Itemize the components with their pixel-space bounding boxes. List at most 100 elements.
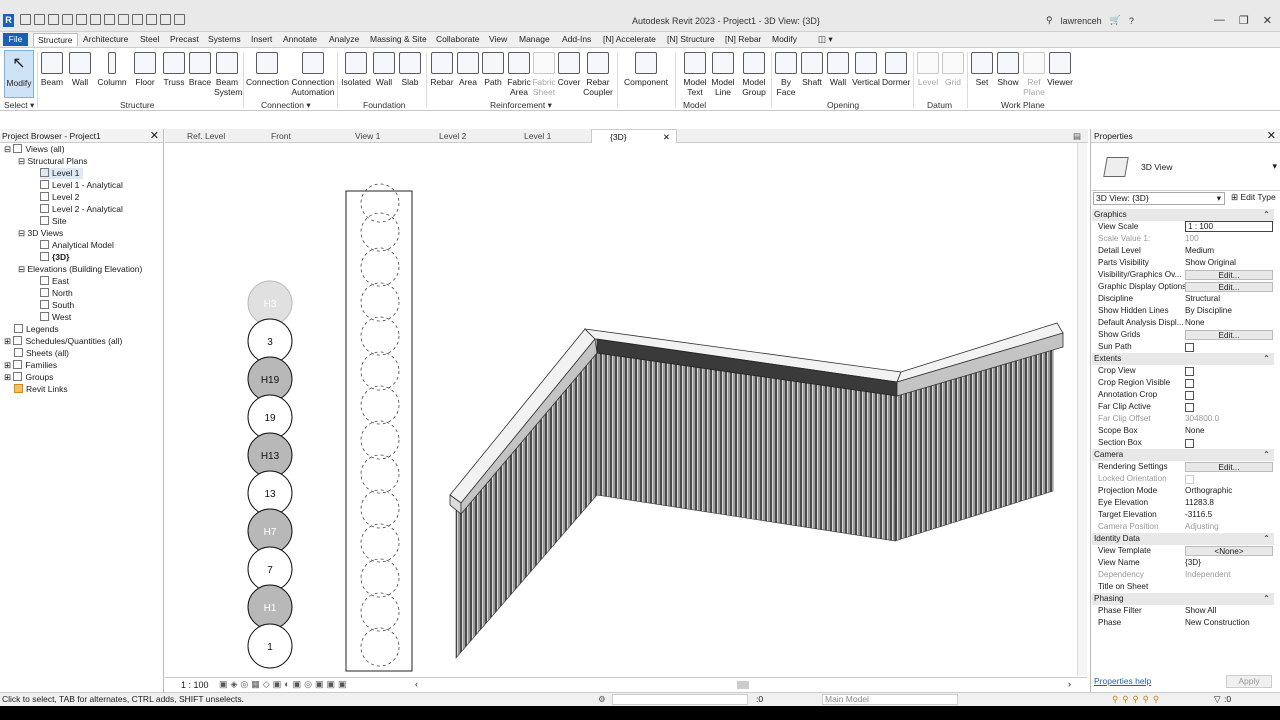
property-row[interactable]: Projection Mode Orthographic <box>1092 485 1274 497</box>
property-value[interactable]: Orthographic <box>1185 485 1273 497</box>
tree-3d[interactable]: {3D} <box>40 252 69 263</box>
scroll-right-icon[interactable]: › <box>1068 679 1071 689</box>
3d-view-icon[interactable] <box>146 14 157 25</box>
tree-analytical-model[interactable]: Analytical Model <box>40 240 114 251</box>
help-icon[interactable]: ? <box>1129 16 1134 26</box>
opening-wall-button[interactable]: Wall <box>827 50 849 87</box>
property-row[interactable]: Crop View <box>1092 365 1274 377</box>
connection-panel-label[interactable]: Connection ▾ <box>261 100 311 111</box>
by-face-button[interactable]: By Face <box>774 50 798 97</box>
property-row[interactable]: Show Hidden Lines By Discipline <box>1092 305 1274 317</box>
tree-legends[interactable]: Legends <box>14 324 59 335</box>
property-row[interactable]: Phase Filter Show All <box>1092 605 1274 617</box>
property-row[interactable]: Phase New Construction <box>1092 617 1274 629</box>
tab-view[interactable]: View <box>489 33 507 46</box>
tab-menu-icon[interactable]: ▤ <box>1073 129 1081 143</box>
view-tab-front[interactable]: Front <box>253 129 333 143</box>
view-tab-ref-level[interactable]: Ref. Level <box>169 129 249 143</box>
component-button[interactable]: Component <box>622 50 670 87</box>
horizontal-scroll-thumb[interactable] <box>737 681 749 689</box>
print-icon[interactable] <box>90 14 101 25</box>
switch-windows-icon[interactable] <box>174 14 185 25</box>
property-group-header[interactable]: Phasing ⌃ <box>1092 593 1274 605</box>
measure-icon[interactable] <box>104 14 115 25</box>
property-value[interactable]: Adjusting <box>1185 521 1273 533</box>
close-window-button[interactable]: ✕ <box>1263 14 1272 27</box>
brace-button[interactable]: Brace <box>188 50 212 87</box>
property-edit-button[interactable]: Edit... <box>1185 462 1273 472</box>
model-group-button[interactable]: Model Group <box>740 50 768 97</box>
collapse-icon[interactable]: ⌃ <box>1263 593 1270 605</box>
property-row[interactable]: Locked Orientation <box>1092 473 1274 485</box>
property-row[interactable]: Section Box <box>1092 437 1274 449</box>
properties-help-link[interactable]: Properties help <box>1094 676 1151 686</box>
property-value[interactable]: Structural <box>1185 293 1273 305</box>
property-value[interactable]: {3D} <box>1185 557 1273 569</box>
tab-steel[interactable]: Steel <box>140 33 159 46</box>
redo-icon[interactable] <box>76 14 87 25</box>
level-button[interactable]: Level <box>916 50 940 87</box>
tab-precast[interactable]: Precast <box>170 33 199 46</box>
tree-south[interactable]: South <box>40 300 74 311</box>
collapse-icon[interactable]: ⌃ <box>1263 209 1270 221</box>
tab-n-structure[interactable]: [N] Structure <box>667 33 715 46</box>
workset-icon[interactable]: ⚙ <box>598 693 606 706</box>
property-row[interactable]: View Template <None> <box>1092 545 1274 557</box>
property-group-header[interactable]: Graphics ⌃ <box>1092 209 1274 221</box>
view-scale[interactable]: 1 : 100 <box>181 680 209 690</box>
open-icon[interactable] <box>20 14 31 25</box>
property-edit-button[interactable]: Edit... <box>1185 282 1273 292</box>
beam-system-button[interactable]: Beam System <box>214 50 242 97</box>
close-tab-icon[interactable]: ✕ <box>663 130 670 144</box>
property-value[interactable]: 304800.0 <box>1185 413 1273 425</box>
tab-structure[interactable]: Structure <box>33 33 78 46</box>
selection-filter-icons[interactable]: ⚲⚲⚲⚲⚲ <box>1112 693 1163 706</box>
tab-n-rebar[interactable]: [N] Rebar <box>725 33 761 46</box>
property-row[interactable]: Title on Sheet <box>1092 581 1274 593</box>
tree-level-1[interactable]: Level 1 <box>40 168 84 179</box>
tree-sheets[interactable]: Sheets (all) <box>14 348 69 359</box>
tab-systems[interactable]: Systems <box>208 33 241 46</box>
cart-icon[interactable]: 🛒 <box>1110 15 1121 26</box>
truss-button[interactable]: Truss <box>162 50 186 87</box>
cover-button[interactable]: Cover <box>557 50 581 87</box>
apply-button[interactable]: Apply <box>1226 675 1272 688</box>
property-row[interactable]: Annotation Crop <box>1092 389 1274 401</box>
scroll-left-icon[interactable]: ‹ <box>415 679 418 689</box>
view-control-icons[interactable]: ▣◈◎▦◇▣◐▣◎▣▣▣ <box>219 679 350 690</box>
ribbon-options-icon[interactable]: ◫ ▾ <box>818 33 833 46</box>
set-button[interactable]: Set <box>970 50 994 87</box>
viewer-button[interactable]: Viewer <box>1046 50 1074 87</box>
isolated-button[interactable]: Isolated <box>340 50 372 87</box>
tab-annotate[interactable]: Annotate <box>283 33 317 46</box>
thin-lines-icon[interactable] <box>160 14 171 25</box>
property-row[interactable]: Far Clip Offset 304800.0 <box>1092 413 1274 425</box>
property-row[interactable]: Sun Path <box>1092 341 1274 353</box>
vertical-button[interactable]: Vertical <box>851 50 881 87</box>
property-value[interactable]: Show Original <box>1185 257 1273 269</box>
minimize-button[interactable]: — <box>1214 14 1225 27</box>
tree-site[interactable]: Site <box>40 216 67 227</box>
property-value[interactable]: None <box>1185 317 1273 329</box>
rebar-coupler-button[interactable]: Rebar Coupler <box>583 50 613 97</box>
dormer-button[interactable]: Dormer <box>882 50 910 87</box>
property-row[interactable]: Far Clip Active <box>1092 401 1274 413</box>
property-row[interactable]: Dependency Independent <box>1092 569 1274 581</box>
foundation-wall-button[interactable]: Wall <box>373 50 395 87</box>
close-icon[interactable]: ✕ <box>1267 129 1276 143</box>
view-tab-level-1[interactable]: Level 1 <box>506 129 590 143</box>
wall-button[interactable]: Wall <box>68 50 92 87</box>
property-value[interactable]: New Construction <box>1185 617 1273 629</box>
edit-type-button[interactable]: ⊞ Edit Type <box>1231 192 1276 203</box>
dimension-icon[interactable] <box>118 14 129 25</box>
slab-button[interactable]: Slab <box>399 50 421 87</box>
property-value[interactable]: Medium <box>1185 245 1273 257</box>
tree-level-2-analytical[interactable]: Level 2 - Analytical <box>40 204 123 215</box>
property-row[interactable]: Visibility/Graphics Ov... Edit... <box>1092 269 1274 281</box>
restore-button[interactable]: ❐ <box>1239 14 1249 27</box>
ref-plane-button[interactable]: Ref Plane <box>1022 50 1046 97</box>
property-edit-button[interactable]: Edit... <box>1185 270 1273 280</box>
property-row[interactable]: Detail Level Medium <box>1092 245 1274 257</box>
workset-dropdown[interactable] <box>612 694 748 705</box>
model-text-button[interactable]: Model Text <box>682 50 708 97</box>
